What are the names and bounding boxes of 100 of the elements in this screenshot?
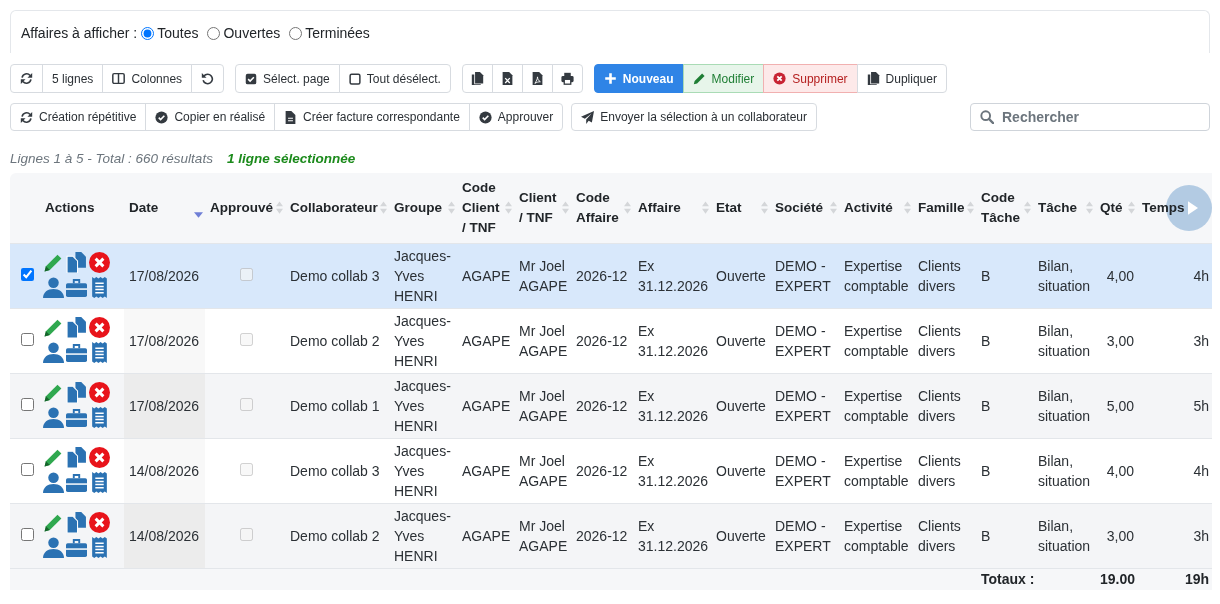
person-icon[interactable] [43,472,64,493]
table-cell: Jacques-Yves HENRI [394,377,451,434]
checked-box-icon [245,72,258,85]
table-cell: 3,00 [1106,332,1134,349]
receipt-icon[interactable] [89,472,110,493]
table-cell: Expertise comptable [844,452,909,489]
row-checkbox[interactable] [20,462,34,476]
x-circle-icon[interactable] [89,382,110,403]
new-button[interactable]: Nouveau [593,64,684,93]
person-icon[interactable] [43,407,64,428]
table-cell: 2026-12 [576,527,628,544]
table-cell: Ouverte [716,397,766,414]
radio-label[interactable]: Terminées [305,25,370,41]
deselect-all-button[interactable]: Tout désélect. [338,64,451,93]
table-cell: Bilan, situation [1038,517,1091,554]
x-circle-icon[interactable] [89,317,110,338]
total-time: 19h [1184,571,1209,588]
x-circle-icon[interactable] [89,252,110,273]
pencil-icon[interactable] [43,447,64,468]
column-header[interactable]: Code Client / TNF [462,177,504,238]
radio-button[interactable] [289,26,303,40]
person-icon[interactable] [43,342,64,363]
radio-label[interactable]: Ouvertes [223,25,281,41]
filter-label: Affaires à afficher : [21,25,138,41]
create-invoice-button[interactable]: Créer facture correspondante [274,103,470,131]
column-header[interactable]: Groupe [394,197,442,218]
refresh-button[interactable] [10,64,43,93]
column-header[interactable]: Code Affaire [576,187,623,228]
x-circle-icon[interactable] [89,447,110,468]
receipt-icon[interactable] [89,342,110,363]
table-cell: Ex 31.12.2026 [638,387,709,424]
table-cell: Demo collab 1 [290,397,380,414]
row-checkbox[interactable] [20,332,34,346]
page-size-button[interactable]: 5 lignes [42,64,104,93]
column-header[interactable]: Qté [1100,197,1123,218]
column-header[interactable]: Date [129,197,159,218]
repeat-create-button[interactable]: Création répétitive [10,103,147,131]
copy-icon [470,72,484,85]
column-header[interactable]: Société [775,197,824,218]
pencil-icon[interactable] [43,512,64,533]
refresh-icon [20,110,33,124]
column-header[interactable]: Collaborateur [290,197,378,218]
receipt-icon[interactable] [89,277,110,298]
table-cell: 4h [1193,267,1209,284]
delete-button[interactable]: Supprimer [763,64,858,93]
table-cell: 4h [1193,462,1209,479]
documents-icon[interactable] [66,447,87,468]
column-header[interactable]: Etat [716,197,742,218]
table-cell: 5h [1193,397,1209,414]
table-cell: 3h [1193,527,1209,544]
send-selection-button[interactable]: Envoyer la sélection à un collaborateur [571,103,818,131]
briefcase-icon[interactable] [66,277,87,298]
documents-icon[interactable] [66,382,87,403]
documents-icon[interactable] [66,317,87,338]
table-cell: Expertise comptable [844,257,909,294]
row-checkbox[interactable] [20,527,34,541]
receipt-icon[interactable] [89,407,110,428]
radio-button[interactable] [141,26,155,40]
documents-icon[interactable] [66,512,87,533]
table-cell: Ouverte [716,462,766,479]
table-cell: Bilan, situation [1038,387,1091,424]
table-cell: Jacques-Yves HENRI [394,247,451,304]
column-header[interactable]: Client / TNF [519,187,561,228]
briefcase-icon[interactable] [66,342,87,363]
search-field[interactable]: Rechercher [970,103,1210,131]
row-checkbox[interactable] [20,267,34,281]
column-header[interactable]: Activité [844,197,893,218]
table-cell: Demo collab 2 [290,527,380,544]
copy-to-done-button[interactable]: Copier en réalisé [145,103,276,131]
row-checkbox[interactable] [20,397,34,411]
person-icon[interactable] [43,277,64,298]
edit-button[interactable]: Modifier [682,64,765,93]
approve-button[interactable]: Approuver [468,103,564,131]
columns-button[interactable]: Colonnes [102,64,193,93]
radio-button[interactable] [207,26,221,40]
x-circle-icon[interactable] [89,512,110,533]
radio-label[interactable]: Toutes [157,25,199,41]
select-page-button[interactable]: Sélect. page [235,64,340,93]
column-header[interactable]: Famille [918,197,965,218]
person-icon[interactable] [43,537,64,558]
copy-button[interactable] [461,64,493,93]
duplicate-button[interactable]: Dupliquer [856,64,947,93]
briefcase-icon[interactable] [66,407,87,428]
pencil-icon[interactable] [43,252,64,273]
undo-button[interactable] [191,64,225,93]
print-button[interactable] [551,64,583,93]
table-cell: Clients divers [918,257,961,294]
column-header[interactable]: Affaire [638,197,681,218]
receipt-icon[interactable] [89,537,110,558]
column-header[interactable]: Tâche [1038,197,1078,218]
briefcase-icon[interactable] [66,472,87,493]
pencil-icon[interactable] [43,382,64,403]
pdf-export-button[interactable] [521,64,553,93]
excel-export-button[interactable] [491,64,523,93]
pencil-icon[interactable] [43,317,64,338]
column-header[interactable]: Approuvé [210,197,273,218]
column-header[interactable]: Code Tâche [981,187,1023,228]
table-cell: DEMO - EXPERT [775,452,831,489]
documents-icon[interactable] [66,252,87,273]
briefcase-icon[interactable] [66,537,87,558]
